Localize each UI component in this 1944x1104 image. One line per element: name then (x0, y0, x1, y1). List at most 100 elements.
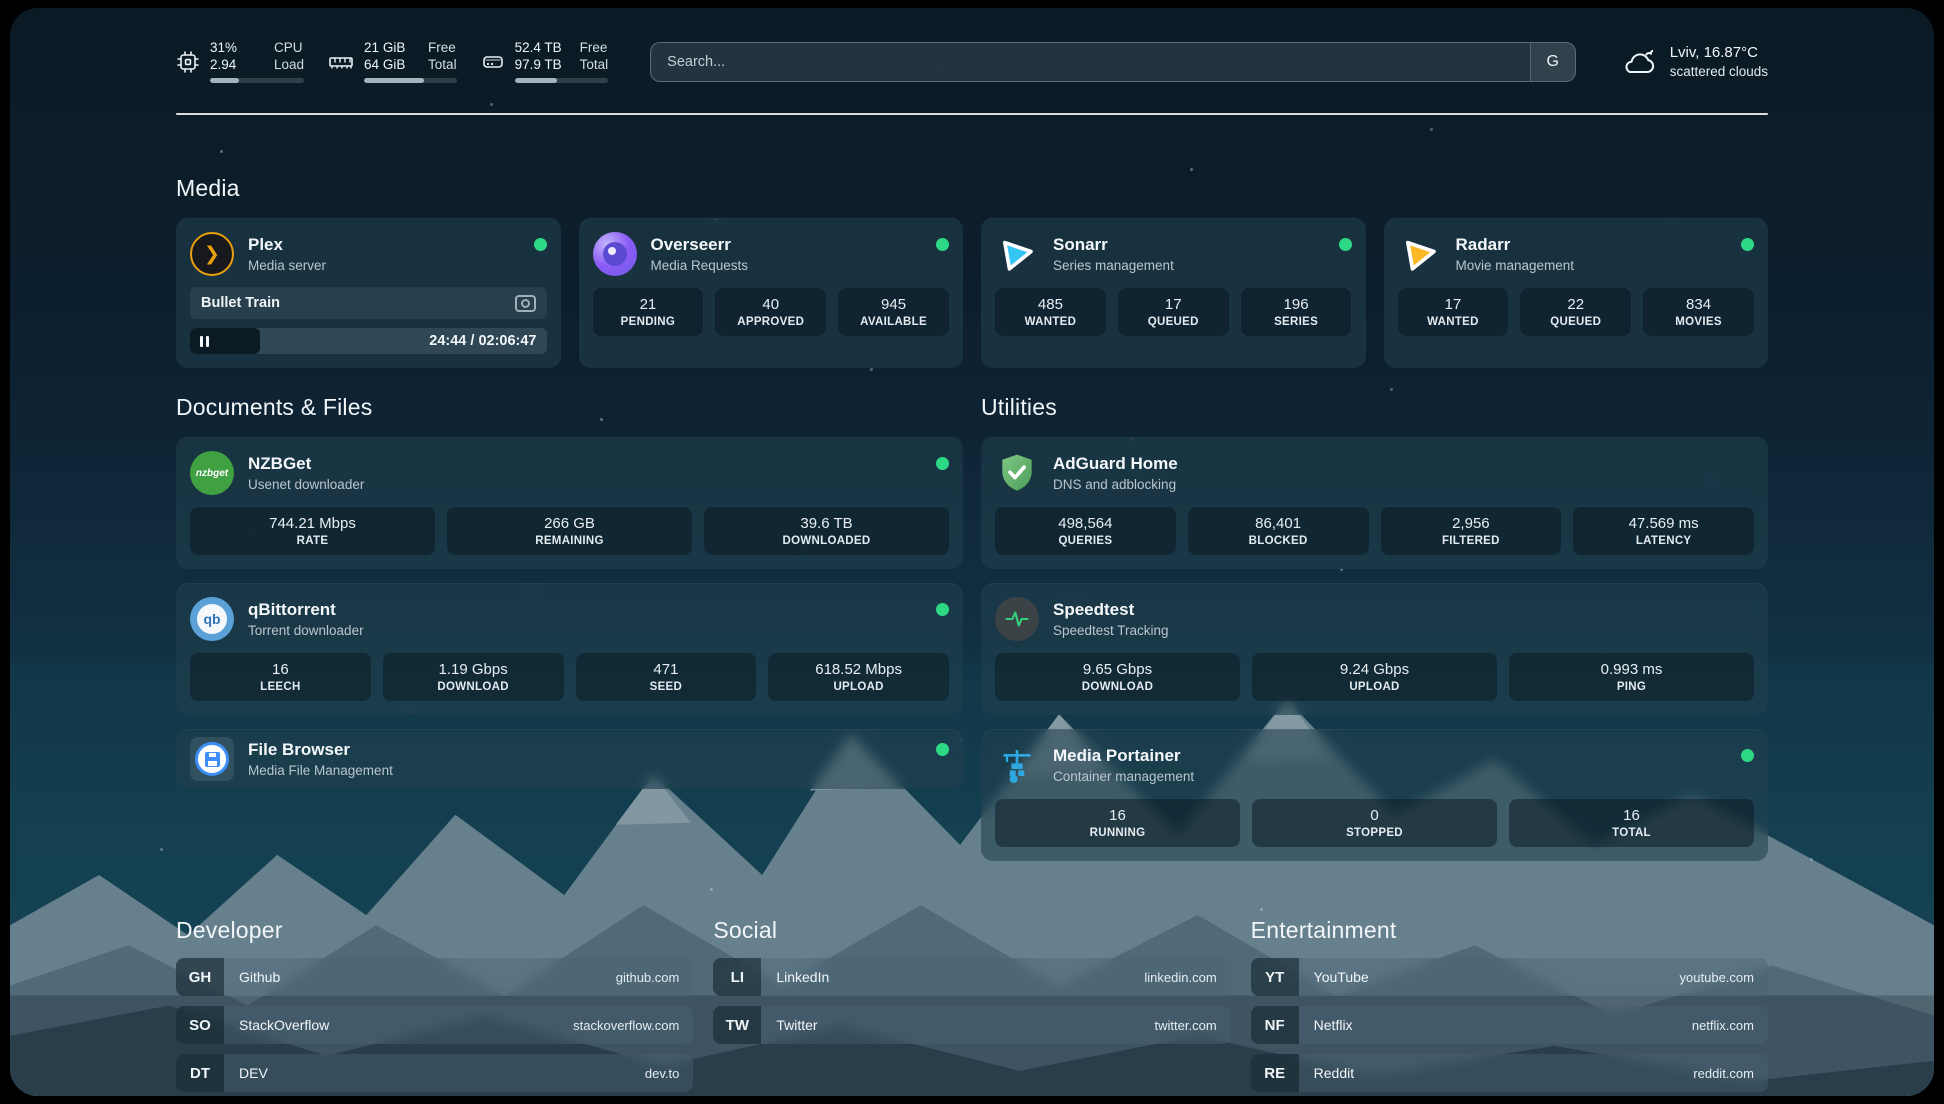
stat-tile: 22QUEUED (1520, 288, 1631, 336)
app-card-radarr[interactable]: Radarr Movie management 17WANTED 22QUEUE… (1384, 218, 1769, 368)
app-card-plex[interactable]: ❯ Plex Media server Bullet Train 24:44 / (176, 218, 561, 368)
app-name: Media Portainer (1053, 746, 1194, 766)
stat-tile: 9.65 GbpsDOWNLOAD (995, 653, 1240, 701)
bookmark-name: Netflix (1314, 1017, 1353, 1033)
disk-icon (481, 50, 505, 74)
bookmark-abbr: SO (176, 1006, 224, 1044)
app-desc: Series management (1053, 258, 1174, 273)
stat-tile: 266 GBREMAINING (447, 507, 692, 555)
app-desc: Media Requests (651, 258, 749, 273)
status-dot-online (1741, 749, 1754, 762)
app-card-speedtest[interactable]: Speedtest Speedtest Tracking 9.65 GbpsDO… (981, 583, 1768, 715)
bookmark-url: stackoverflow.com (573, 1018, 679, 1033)
disk-total-label: Total (580, 57, 609, 72)
bookmark-url: github.com (616, 970, 680, 985)
app-name: Radarr (1456, 235, 1575, 255)
section-title-developer: Developer (176, 917, 693, 944)
stat-tile: 834MOVIES (1643, 288, 1754, 336)
app-card-sonarr[interactable]: Sonarr Series management 485WANTED 17QUE… (981, 218, 1366, 368)
ram-total-label: Total (428, 57, 457, 72)
disk-free-label: Free (580, 40, 609, 55)
bookmark-abbr: YT (1251, 958, 1299, 996)
cpu-load-label: Load (274, 57, 304, 72)
overseerr-logo-icon (593, 232, 637, 276)
app-desc: Usenet downloader (248, 477, 364, 492)
bookmark-url: netflix.com (1692, 1018, 1754, 1033)
top-bar: 31% 2.94 CPU Load (176, 8, 1768, 83)
bookmark-reddit[interactable]: RE Reddit reddit.com (1251, 1054, 1768, 1092)
app-name: NZBGet (248, 454, 364, 474)
bookmark-netflix[interactable]: NF Netflix netflix.com (1251, 1006, 1768, 1044)
search-bar: G (650, 42, 1576, 82)
search-input[interactable] (651, 43, 1530, 81)
app-card-qbittorrent[interactable]: qb qBittorrent Torrent downloader 16LEEC… (176, 583, 963, 715)
playback-progress-bar[interactable]: 24:44 / 02:06:47 (190, 328, 547, 354)
ram-progress-fill (364, 78, 424, 83)
bookmark-name: Github (239, 969, 280, 985)
app-name: Overseerr (651, 235, 749, 255)
app-desc: Media File Management (248, 763, 393, 778)
app-card-overseerr[interactable]: Overseerr Media Requests 21PENDING 40APP… (579, 218, 964, 368)
ram-icon (328, 50, 354, 74)
ram-total-value: 64 GiB (364, 57, 410, 72)
bookmark-url: linkedin.com (1144, 970, 1216, 985)
bookmark-name: StackOverflow (239, 1017, 329, 1033)
section-title-documents: Documents & Files (176, 394, 963, 421)
app-desc: DNS and adblocking (1053, 477, 1178, 492)
app-name: AdGuard Home (1053, 454, 1178, 474)
stat-tile: 618.52 MbpsUPLOAD (768, 653, 949, 701)
stat-tile: 86,401BLOCKED (1188, 507, 1369, 555)
stat-tile: 744.21 MbpsRATE (190, 507, 435, 555)
nzbget-logo-icon: nzbget (190, 451, 234, 495)
app-desc: Movie management (1456, 258, 1575, 273)
bookmark-url: dev.to (645, 1066, 679, 1081)
status-dot-online (936, 238, 949, 251)
sonarr-logo-icon (995, 232, 1039, 276)
status-dot-online (1741, 238, 1754, 251)
stat-tile: 16TOTAL (1509, 799, 1754, 847)
bookmark-linkedin[interactable]: LI LinkedIn linkedin.com (713, 958, 1230, 996)
bookmark-url: reddit.com (1693, 1066, 1754, 1081)
bookmark-youtube[interactable]: YT YouTube youtube.com (1251, 958, 1768, 996)
bookmark-github[interactable]: GH Github github.com (176, 958, 693, 996)
weather-widget[interactable]: Lviv, 16.87°C scattered clouds (1620, 44, 1768, 79)
weather-location-temp: Lviv, 16.87°C (1670, 44, 1768, 61)
bookmark-stackoverflow[interactable]: SO StackOverflow stackoverflow.com (176, 1006, 693, 1044)
bookmark-name: LinkedIn (776, 969, 829, 985)
plex-logo-icon: ❯ (190, 232, 234, 276)
stat-tile: 17QUEUED (1118, 288, 1229, 336)
bookmark-abbr: NF (1251, 1006, 1299, 1044)
bookmark-url: twitter.com (1155, 1018, 1217, 1033)
weather-condition: scattered clouds (1670, 64, 1768, 79)
stat-tile: 471SEED (576, 653, 757, 701)
bookmark-abbr: DT (176, 1054, 224, 1092)
stat-tile: 196SERIES (1241, 288, 1352, 336)
stat-tile: 9.24 GbpsUPLOAD (1252, 653, 1497, 701)
cpu-progress-bar (210, 78, 304, 83)
app-card-adguard[interactable]: AdGuard Home DNS and adblocking 498,564Q… (981, 437, 1768, 569)
app-card-portainer[interactable]: Media Portainer Container management 16R… (981, 729, 1768, 861)
stat-tile: 16LEECH (190, 653, 371, 701)
search-engine-button[interactable]: G (1530, 43, 1575, 81)
status-dot-online (936, 603, 949, 616)
documents-column: Documents & Files nzbget NZBGet Usenet d… (176, 394, 963, 789)
camera-icon[interactable] (515, 295, 536, 312)
bookmark-name: YouTube (1314, 969, 1369, 985)
radarr-logo-icon (1398, 232, 1442, 276)
stat-tile: 16RUNNING (995, 799, 1240, 847)
playback-time: 24:44 / 02:06:47 (429, 328, 536, 354)
bookmark-dev[interactable]: DT DEV dev.to (176, 1054, 693, 1092)
status-dot-online (936, 743, 949, 756)
stat-tile: 2,956FILTERED (1381, 507, 1562, 555)
pause-icon[interactable] (200, 336, 209, 347)
bookmark-abbr: GH (176, 958, 224, 996)
stat-tile: 47.569 msLATENCY (1573, 507, 1754, 555)
disk-total-value: 97.9 TB (515, 57, 562, 72)
playback-progress-fill (190, 328, 260, 354)
bookmark-twitter[interactable]: TW Twitter twitter.com (713, 1006, 1230, 1044)
app-card-nzbget[interactable]: nzbget NZBGet Usenet downloader 744.21 M… (176, 437, 963, 569)
cpu-percent: 31% (210, 40, 256, 55)
app-card-filebrowser[interactable]: File Browser Media File Management (176, 729, 963, 789)
bookmarks-social: Social LI LinkedIn linkedin.com TW Twitt… (713, 917, 1230, 1092)
bookmark-name: DEV (239, 1065, 268, 1081)
